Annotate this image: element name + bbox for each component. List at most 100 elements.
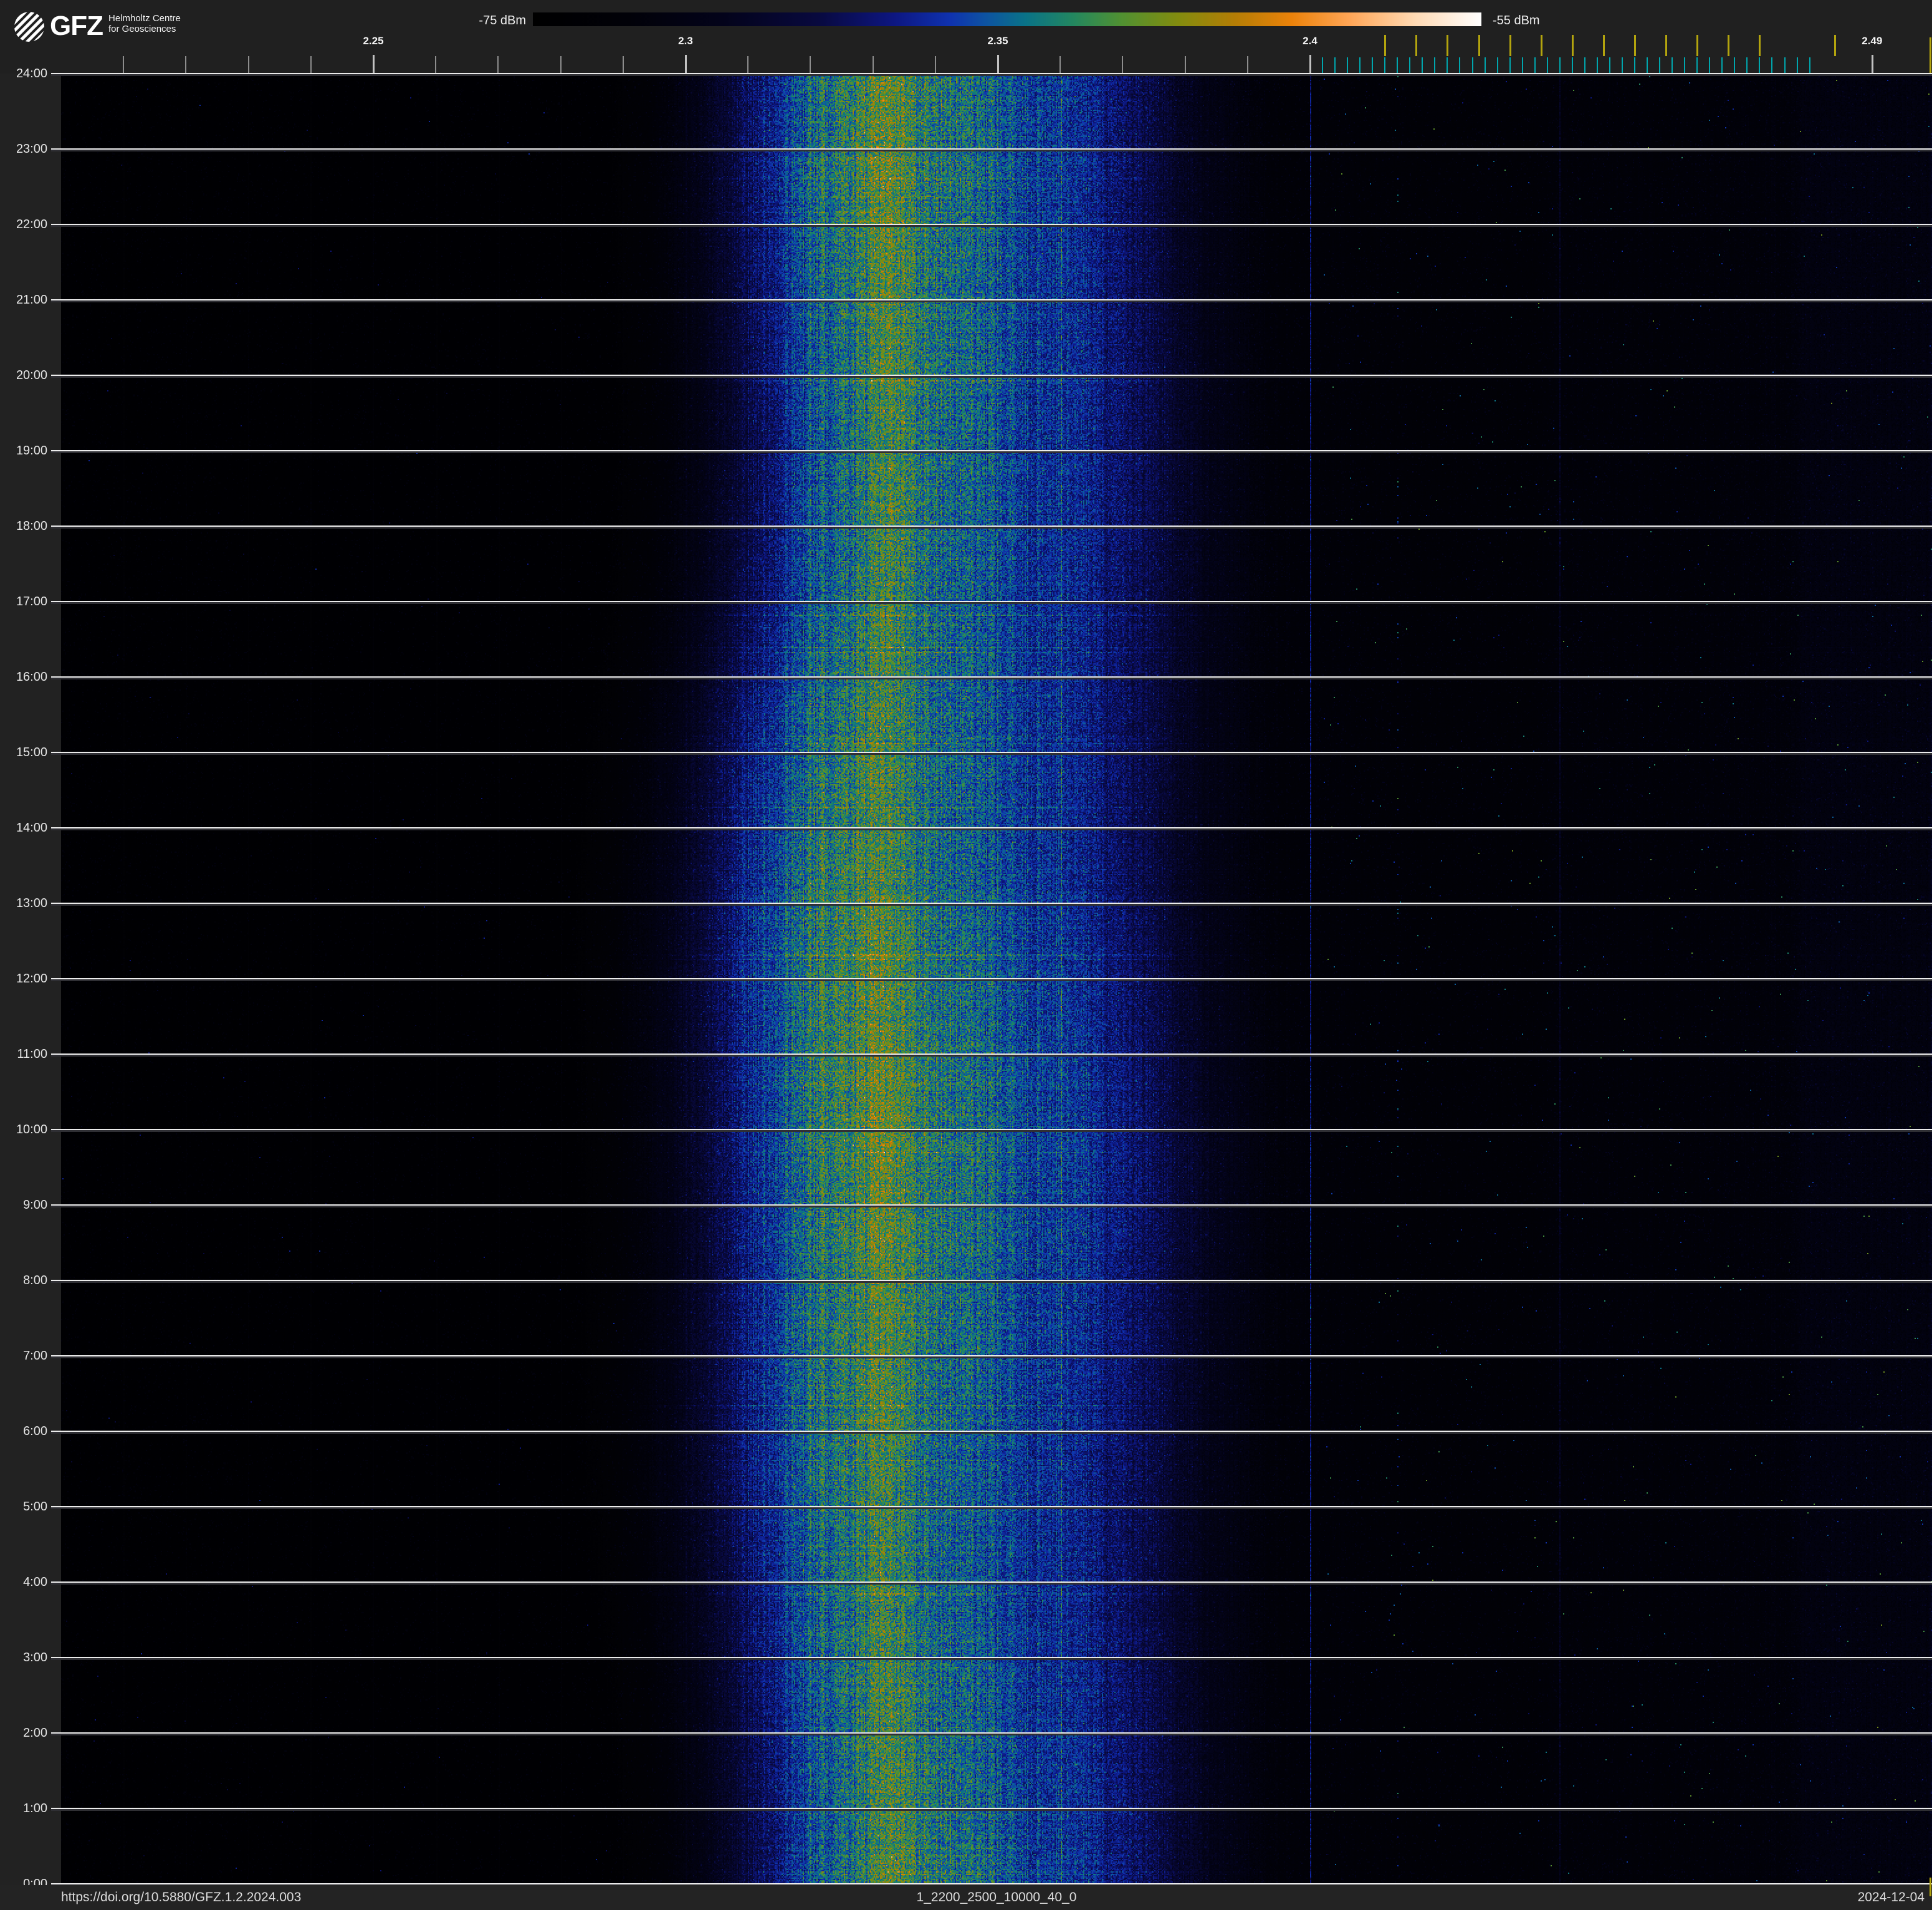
ble-channel-tick [1671, 57, 1673, 74]
wifi-channel-tick [1447, 35, 1449, 56]
hour-label: 22:00 [16, 218, 47, 231]
ble-channel-tick [1521, 57, 1523, 74]
wifi-channel-tick [1634, 35, 1637, 56]
ble-channel-tick [1509, 57, 1511, 74]
hour-gridline [51, 1657, 1932, 1660]
ble-channel-tick [1796, 57, 1798, 74]
dataset-id-text: 1_2200_2500_10000_40_0 [916, 1890, 1077, 1904]
hour-gridline [51, 299, 1932, 302]
hour-gridline [51, 601, 1932, 604]
ble-channel-tick [1484, 57, 1486, 74]
freq-tick-minor [747, 56, 749, 74]
wifi-channel-tick [1509, 35, 1511, 56]
hour-gridline [51, 148, 1932, 151]
freq-tick-minor [185, 56, 187, 74]
colorbar-min-label: -75 dBm [479, 14, 526, 27]
freq-tick-minor [1184, 56, 1186, 74]
freq-tick-minor [810, 56, 811, 74]
hour-gridline [51, 1732, 1932, 1735]
freq-tick-minor [1059, 56, 1061, 74]
hour-gridline [51, 375, 1932, 378]
freq-tick-label: 2.25 [363, 35, 384, 47]
ble-channel-tick [1534, 57, 1536, 74]
header-bar: GFZ Helmholtz Centre for Geosciences -75… [0, 0, 1932, 74]
hour-label: 7:00 [23, 1349, 47, 1363]
logo-brand-text: GFZ [50, 11, 103, 41]
freq-tick-label: 2.4 [1303, 35, 1317, 47]
ble-channel-tick [1596, 57, 1598, 74]
ble-channel-tick [1622, 57, 1623, 74]
ble-channel-tick [1771, 57, 1773, 74]
hour-gridline [51, 752, 1932, 755]
hour-label: 17:00 [16, 595, 47, 608]
hour-label: 1:00 [23, 1802, 47, 1815]
colorbar-max-label: -55 dBm [1493, 14, 1540, 27]
hour-label: 4:00 [23, 1575, 47, 1589]
freq-tick-minor [497, 56, 499, 74]
wifi-channel-tick [1728, 35, 1730, 56]
wifi-channel-tick [1602, 35, 1605, 56]
hour-label: 8:00 [23, 1274, 47, 1287]
ble-channel-tick [1746, 57, 1748, 74]
hour-gridline [51, 224, 1932, 227]
ble-channel-tick [1809, 57, 1810, 74]
hour-gridline [51, 1053, 1932, 1057]
ble-channel-tick [1447, 57, 1448, 74]
ble-channel-tick [1584, 57, 1585, 74]
hour-label: 20:00 [16, 368, 47, 382]
freq-tick-label: 2.49 [1862, 35, 1883, 47]
ble-channel-tick [1422, 57, 1423, 74]
hour-label: 24:00 [16, 67, 47, 80]
ble-channel-tick [1322, 57, 1324, 74]
gfz-logo-icon [8, 6, 50, 48]
ble-channel-tick [1609, 57, 1610, 74]
wifi-channel-tick [1834, 35, 1836, 56]
freq-tick-minor [1122, 56, 1124, 74]
ble-channel-tick [1372, 57, 1374, 74]
hour-label: 5:00 [23, 1500, 47, 1514]
freq-tick-minor [247, 56, 249, 74]
ble-channel-tick [1559, 57, 1561, 74]
ble-channel-tick [1496, 57, 1498, 74]
hour-label: 23:00 [16, 142, 47, 156]
hour-gridline [51, 903, 1932, 906]
freq-tick-minor [435, 56, 437, 74]
hour-gridline [51, 1808, 1932, 1811]
hour-label: 13:00 [16, 896, 47, 910]
edge-marker-top [1929, 37, 1931, 74]
freq-tick-minor [560, 56, 562, 74]
freq-tick-label: 2.35 [987, 35, 1008, 47]
ble-channel-tick [1409, 57, 1411, 74]
hour-label: 10:00 [16, 1123, 47, 1136]
wifi-channel-tick [1759, 35, 1761, 56]
freq-tick-minor [622, 56, 624, 74]
hour-gridline [51, 1506, 1932, 1509]
ble-channel-tick [1384, 57, 1386, 74]
hour-label: 14:00 [16, 821, 47, 835]
ble-channel-tick [1659, 57, 1661, 74]
ble-channel-tick [1784, 57, 1786, 74]
ble-channel-tick [1634, 57, 1636, 74]
footer-bar: https://doi.org/10.5880/GFZ.1.2.2024.003… [0, 1885, 1932, 1910]
hour-gridline [51, 978, 1932, 981]
wifi-channel-tick [1384, 35, 1387, 56]
hour-gridline [51, 1280, 1932, 1283]
hour-label: 2:00 [23, 1726, 47, 1740]
hour-label: 16:00 [16, 670, 47, 684]
hour-gridline [51, 450, 1932, 453]
freq-tick-minor [934, 56, 936, 74]
hour-label: 15:00 [16, 746, 47, 759]
wifi-channel-tick [1571, 35, 1574, 56]
ble-channel-tick [1709, 57, 1711, 74]
logo-subtitle: Helmholtz Centre for Geosciences [108, 13, 181, 34]
ble-channel-tick [1471, 57, 1473, 74]
hour-gridline [51, 676, 1932, 679]
ble-channel-tick [1397, 57, 1399, 74]
ble-channel-tick [1546, 57, 1548, 74]
freq-tick-major [1309, 55, 1311, 74]
ble-channel-tick [1347, 57, 1349, 74]
ble-channel-tick [1571, 57, 1573, 74]
hour-label: 12:00 [16, 972, 47, 986]
hour-gridline [51, 827, 1932, 830]
hour-label: 3:00 [23, 1651, 47, 1664]
